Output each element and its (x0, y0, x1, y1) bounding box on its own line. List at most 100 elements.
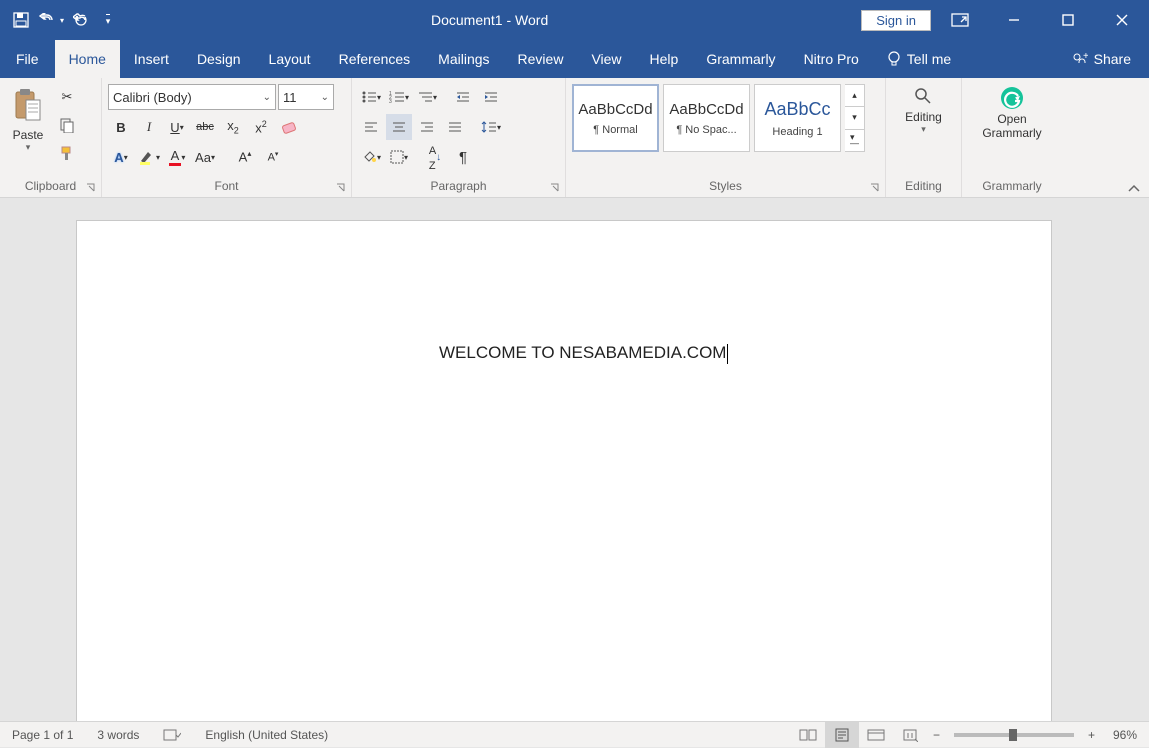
styles-scroll-down[interactable]: ▾ (845, 107, 864, 129)
zoom-out-button[interactable]: − (927, 728, 946, 742)
tab-insert[interactable]: Insert (120, 40, 183, 78)
font-group-label: Font (214, 179, 238, 193)
tab-view[interactable]: View (577, 40, 635, 78)
macros-button[interactable] (893, 722, 927, 748)
multilevel-list-button[interactable]: ▾ (414, 84, 440, 110)
text-effects-button[interactable]: A▾ (108, 144, 134, 170)
show-marks-button[interactable]: ¶ (450, 144, 476, 170)
open-grammarly-button[interactable]: Open Grammarly (972, 82, 1051, 144)
zoom-level[interactable]: 96% (1101, 728, 1149, 742)
clipboard-launcher-icon[interactable] (85, 182, 97, 194)
language-indicator[interactable]: English (United States) (193, 728, 340, 742)
style-heading-1[interactable]: AaBbCc Heading 1 (754, 84, 841, 152)
subscript-button[interactable]: x2 (220, 114, 246, 140)
collapse-ribbon-icon[interactable] (1127, 183, 1141, 193)
read-mode-button[interactable] (791, 722, 825, 748)
web-layout-button[interactable] (859, 722, 893, 748)
tab-references[interactable]: References (325, 40, 425, 78)
change-case-button[interactable]: Aa▾ (192, 144, 218, 170)
align-center-button[interactable] (386, 114, 412, 140)
share-button[interactable]: + Share (1054, 40, 1149, 78)
strikethrough-button[interactable]: abc (192, 114, 218, 140)
page-indicator[interactable]: Page 1 of 1 (0, 728, 85, 742)
shading-button[interactable]: ▾ (358, 144, 384, 170)
styles-expand[interactable]: ▾— (845, 130, 864, 151)
editing-button[interactable]: Editing ▾ (895, 82, 952, 139)
clear-formatting-button[interactable] (276, 114, 302, 140)
web-layout-icon (867, 728, 885, 742)
tab-help[interactable]: Help (636, 40, 693, 78)
styles-scroll-up[interactable]: ▴ (845, 85, 864, 107)
underline-button[interactable]: U▾ (164, 114, 190, 140)
grow-font-button[interactable]: A▴ (232, 144, 258, 170)
numbering-button[interactable]: 123▾ (386, 84, 412, 110)
font-name-combo[interactable]: Calibri (Body) ⌄ (108, 84, 276, 110)
zoom-in-button[interactable]: + (1082, 728, 1101, 742)
maximize-button[interactable] (1043, 0, 1093, 40)
style-no-spacing[interactable]: AaBbCcDd ¶ No Spac... (663, 84, 750, 152)
align-right-button[interactable] (414, 114, 440, 140)
align-center-icon (392, 121, 406, 133)
share-label: Share (1094, 51, 1131, 67)
tab-file[interactable]: File (0, 40, 55, 78)
text-cursor (727, 344, 728, 364)
font-size-combo[interactable]: 11 ⌄ (278, 84, 334, 110)
sign-in-button[interactable]: Sign in (861, 10, 931, 31)
paste-dropdown-icon[interactable]: ▾ (26, 142, 31, 153)
undo-icon[interactable]: ▾ (38, 7, 64, 33)
decrease-indent-button[interactable] (450, 84, 476, 110)
justify-button[interactable] (442, 114, 468, 140)
justify-icon (448, 121, 462, 133)
tab-nitro-pro[interactable]: Nitro Pro (790, 40, 873, 78)
zoom-slider[interactable] (954, 733, 1074, 737)
print-layout-button[interactable] (825, 722, 859, 748)
tab-review[interactable]: Review (504, 40, 578, 78)
zoom-thumb[interactable] (1009, 729, 1017, 741)
redo-icon[interactable] (68, 7, 94, 33)
document-area[interactable]: WELCOME TO NESABAMEDIA.COM (0, 198, 1149, 721)
word-count[interactable]: 3 words (85, 728, 151, 742)
bold-button[interactable]: B (108, 114, 134, 140)
cut-button[interactable]: ✂ (54, 84, 80, 110)
shrink-font-button[interactable]: A▾ (260, 144, 286, 170)
eraser-icon (280, 119, 298, 135)
close-button[interactable] (1097, 0, 1147, 40)
ribbon-display-options-icon[interactable] (935, 0, 985, 40)
styles-launcher-icon[interactable] (869, 182, 881, 194)
group-font: Calibri (Body) ⌄ 11 ⌄ B I U▾ abc x2 x2 (102, 78, 352, 197)
increase-indent-button[interactable] (478, 84, 504, 110)
tab-layout[interactable]: Layout (255, 40, 325, 78)
style-normal[interactable]: AaBbCcDd ¶ Normal (572, 84, 659, 152)
group-styles: AaBbCcDd ¶ Normal AaBbCcDd ¶ No Spac... … (566, 78, 886, 197)
paste-button[interactable]: Paste ▾ (6, 82, 50, 155)
qat-customize-icon[interactable]: ▾ (98, 7, 118, 33)
line-spacing-button[interactable]: ▾ (478, 114, 504, 140)
borders-button[interactable]: ▾ (386, 144, 412, 170)
style-preview: AaBbCcDd (669, 101, 743, 118)
minimize-button[interactable] (989, 0, 1039, 40)
styles-group-label: Styles (709, 179, 742, 193)
document-text[interactable]: WELCOME TO NESABAMEDIA.COM (439, 343, 728, 364)
tab-home[interactable]: Home (55, 40, 120, 78)
copy-button[interactable] (54, 112, 80, 138)
superscript-button[interactable]: x2 (248, 114, 274, 140)
share-icon: + (1072, 52, 1088, 66)
format-painter-button[interactable] (54, 140, 80, 166)
spellcheck-button[interactable] (151, 728, 193, 742)
tab-design[interactable]: Design (183, 40, 255, 78)
align-left-button[interactable] (358, 114, 384, 140)
tell-me-search[interactable]: Tell me (873, 40, 965, 78)
bullets-button[interactable]: ▾ (358, 84, 384, 110)
document-page[interactable]: WELCOME TO NESABAMEDIA.COM (76, 220, 1052, 721)
editing-group-label: Editing (905, 179, 942, 193)
font-color-button[interactable]: A▾ (164, 144, 190, 170)
tab-grammarly[interactable]: Grammarly (692, 40, 789, 78)
sort-button[interactable]: AZ↓ (422, 144, 448, 170)
save-icon[interactable] (8, 7, 34, 33)
sort-icon: AZ (429, 142, 436, 172)
tab-mailings[interactable]: Mailings (424, 40, 503, 78)
font-launcher-icon[interactable] (335, 182, 347, 194)
italic-button[interactable]: I (136, 114, 162, 140)
highlight-button[interactable]: ▾ (136, 144, 162, 170)
paragraph-launcher-icon[interactable] (549, 182, 561, 194)
